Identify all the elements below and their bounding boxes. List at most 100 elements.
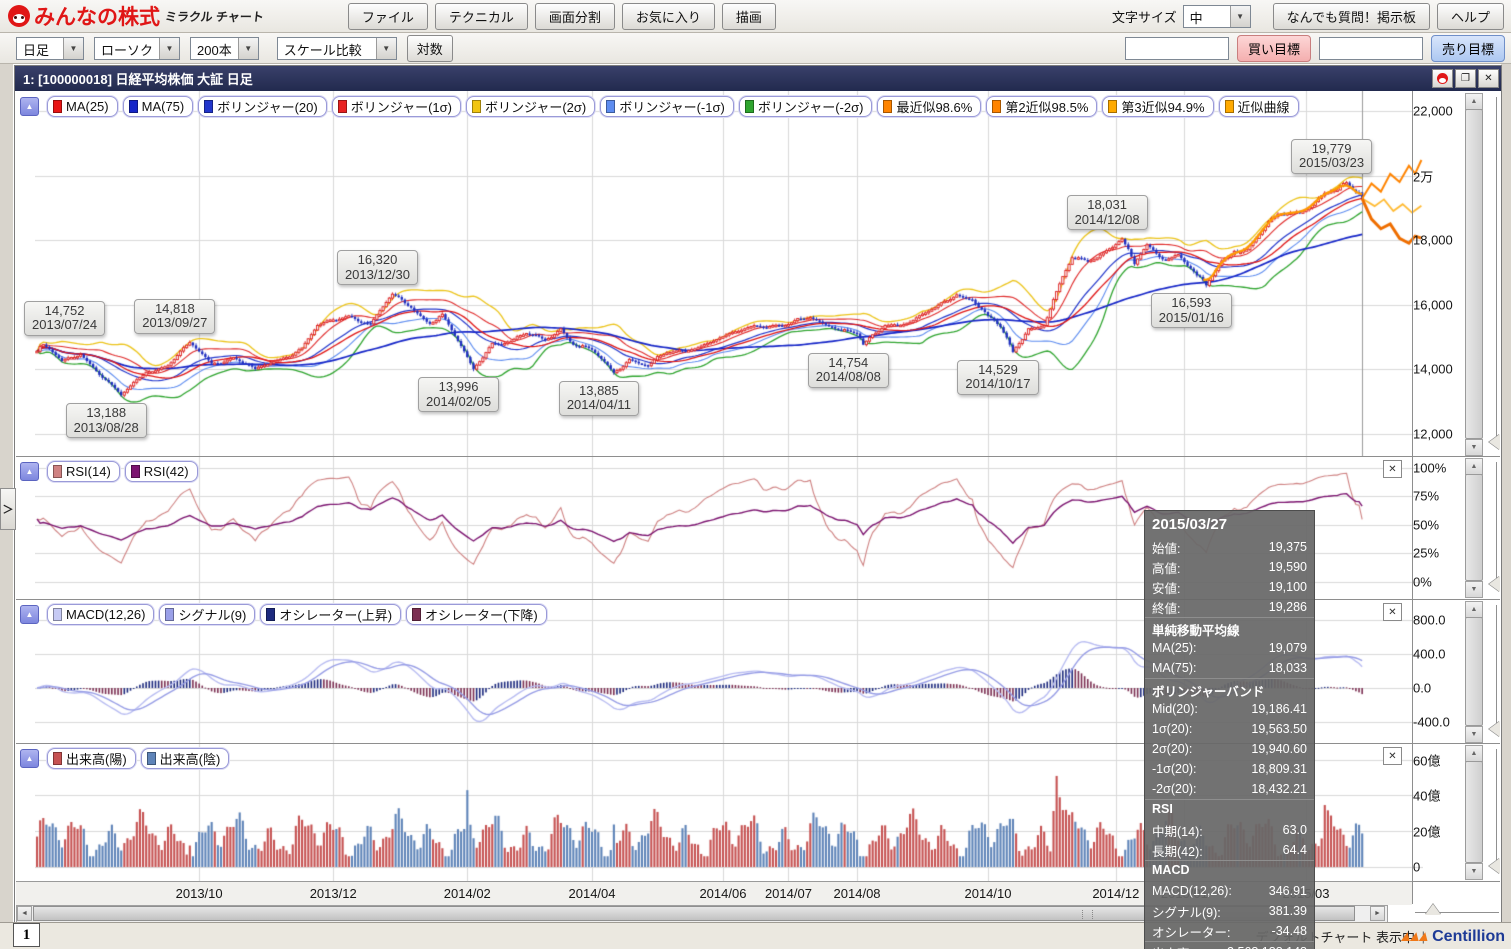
scale-compare-value: スケール比較	[278, 38, 376, 59]
price-annotation: 16,3202013/12/30	[337, 250, 418, 285]
tooltip-row: 2σ(20):19,940.60	[1145, 739, 1314, 759]
legend-chip-MACD(12,26)[interactable]: MACD(12,26)	[47, 604, 154, 625]
scroll-down-icon[interactable]: ▼	[1465, 439, 1483, 456]
legend-swatch-icon	[147, 752, 156, 765]
x-axis-label: 2013/12	[310, 886, 357, 901]
buy-target-input[interactable]	[1125, 37, 1229, 60]
legend-chip-MA(25)[interactable]: MA(25)	[47, 96, 118, 117]
legend-chip-最近似98.6%[interactable]: 最近似98.6%	[877, 96, 981, 117]
legend-chip-ボリンジャー(2σ)[interactable]: ボリンジャー(2σ)	[466, 96, 595, 117]
close-pane-icon[interactable]: ✕	[1383, 603, 1402, 621]
sell-target-input[interactable]	[1319, 37, 1423, 60]
legend-chip-出来高(陰)[interactable]: 出来高(陰)	[141, 748, 230, 769]
legend-chip-ボリンジャー(-1σ)[interactable]: ボリンジャー(-1σ)	[600, 96, 734, 117]
menu-button-4[interactable]: 描画	[722, 3, 776, 30]
legend-chip-ボリンジャー(20)[interactable]: ボリンジャー(20)	[198, 96, 326, 117]
scroll-up-icon[interactable]: ▲	[1465, 458, 1483, 475]
centillion-logo: ▲▲▲ Centillion	[1399, 928, 1505, 946]
x-axis-label: 2014/07	[765, 886, 812, 901]
scroll-up-icon[interactable]: ▲	[1465, 745, 1483, 762]
scroll-down-icon[interactable]: ▼	[1465, 581, 1483, 598]
menu-button-1[interactable]: テクニカル	[435, 3, 528, 30]
log-scale-button[interactable]: 対数	[407, 35, 453, 62]
menu-button-2[interactable]: 画面分割	[535, 3, 615, 30]
collapse-volume-pane-button[interactable]: ▲	[20, 749, 39, 768]
scroll-left-icon[interactable]: ◄	[17, 906, 32, 921]
bar-count-select[interactable]: 200本 ▼	[190, 37, 259, 60]
menu-button-3[interactable]: お気に入り	[622, 3, 715, 30]
collapse-rsi-pane-button[interactable]: ▲	[20, 462, 39, 481]
header-right-button-0[interactable]: なんでも質問！掲示板	[1273, 3, 1430, 30]
expand-panel-handle[interactable]: ＞	[0, 488, 16, 530]
legend-chip-シグナル(9)[interactable]: シグナル(9)	[159, 604, 255, 625]
legend-swatch-icon	[53, 608, 62, 621]
restore-window-icon[interactable]: ❐	[1455, 69, 1476, 88]
chevron-down-icon[interactable]: ▼	[63, 38, 83, 59]
chart-type-select[interactable]: ローソク ▼	[94, 37, 180, 60]
tooltip-row: オシレーター:-34.48	[1145, 921, 1314, 941]
scroll-right-icon[interactable]: ►	[1370, 906, 1385, 921]
font-size-select[interactable]: 中 ▼	[1183, 5, 1251, 28]
close-pane-icon[interactable]: ✕	[1383, 747, 1402, 765]
chevron-down-icon[interactable]: ▼	[238, 38, 258, 59]
tab-1[interactable]: 1	[13, 923, 40, 947]
legend-chip-第2近似98.5%[interactable]: 第2近似98.5%	[986, 96, 1097, 117]
legend-chip-第3近似94.9%[interactable]: 第3近似94.9%	[1102, 96, 1213, 117]
tooltip-row: 出来高:2,568,188,148	[1145, 941, 1314, 949]
legend-chip-MA(75)[interactable]: MA(75)	[123, 96, 194, 117]
buy-target-button[interactable]: 買い目標	[1237, 35, 1311, 62]
scroll-up-icon[interactable]: ▲	[1465, 601, 1483, 618]
legend-chip-出来高(陽)[interactable]: 出来高(陽)	[47, 748, 136, 769]
legend-swatch-icon	[992, 100, 1001, 113]
crosshair-tooltip: 2015/03/27 始値:19,375高値:19,590安値:19,100終値…	[1144, 510, 1315, 949]
period-select[interactable]: 日足 ▼	[16, 37, 84, 60]
vertical-scroll-thumb[interactable]	[1465, 474, 1483, 581]
header-right-button-1[interactable]: ヘルプ	[1437, 3, 1504, 30]
close-window-icon[interactable]: ✕	[1478, 69, 1499, 88]
vertical-scroll-thumb[interactable]	[1465, 617, 1483, 726]
close-pane-icon[interactable]: ✕	[1383, 460, 1402, 478]
scale-compare-select[interactable]: スケール比較 ▼	[277, 37, 397, 60]
menu-button-0[interactable]: ファイル	[348, 3, 428, 30]
y-zoom-slider-handle[interactable]	[1489, 576, 1500, 592]
y-zoom-slider-handle[interactable]	[1489, 434, 1500, 450]
scroll-down-icon[interactable]: ▼	[1465, 726, 1483, 743]
vertical-scroll-thumb[interactable]	[1465, 761, 1483, 863]
centillion-logo-icon: ▲▲▲	[1396, 928, 1427, 945]
pane-divider[interactable]	[16, 456, 1500, 457]
y-zoom-slider[interactable]	[1496, 749, 1497, 872]
price-annotation: 13,9962014/02/05	[418, 377, 499, 412]
volume-legend-row: ▲ 出来高(陽)出来高(陰)	[20, 748, 229, 769]
window-brand-icon[interactable]	[1432, 69, 1453, 88]
y-zoom-slider-handle[interactable]	[1489, 858, 1500, 874]
tooltip-row: MA(25):19,079	[1145, 638, 1314, 658]
sell-target-button[interactable]: 売り目標	[1431, 35, 1505, 62]
x-axis-label: 2014/06	[699, 886, 746, 901]
y-zoom-slider[interactable]	[1496, 605, 1497, 735]
legend-chip-オシレーター(上昇)[interactable]: オシレーター(上昇)	[260, 604, 401, 625]
legend-swatch-icon	[131, 465, 140, 478]
macd-legend-row: ▲ MACD(12,26)シグナル(9)オシレーター(上昇)オシレーター(下降)	[20, 604, 547, 625]
chart-window-titlebar[interactable]: 1: [100000018] 日経平均株価 大証 日足 ❐ ✕	[15, 66, 1501, 91]
price-annotation: 19,7792015/03/23	[1291, 139, 1372, 174]
chevron-down-icon[interactable]: ▼	[159, 38, 179, 59]
scroll-up-icon[interactable]: ▲	[1465, 93, 1483, 110]
scroll-down-icon[interactable]: ▼	[1465, 863, 1483, 880]
legend-chip-オシレーター(下降)[interactable]: オシレーター(下降)	[406, 604, 547, 625]
collapse-macd-pane-button[interactable]: ▲	[20, 605, 39, 624]
y-zoom-slider[interactable]	[1496, 462, 1497, 590]
chart-type-value: ローソク	[95, 38, 159, 59]
legend-chip-ボリンジャー(-2σ)[interactable]: ボリンジャー(-2σ)	[739, 96, 873, 117]
legend-chip-近似曲線[interactable]: 近似曲線	[1219, 96, 1299, 117]
price-chart-canvas[interactable]	[35, 91, 1423, 456]
collapse-price-pane-button[interactable]: ▲	[20, 97, 39, 116]
y-zoom-slider[interactable]	[1496, 97, 1497, 448]
legend-chip-RSI(42)[interactable]: RSI(42)	[125, 461, 198, 482]
chevron-down-icon[interactable]: ▼	[1230, 6, 1250, 27]
chevron-down-icon[interactable]: ▼	[376, 38, 396, 59]
x-zoom-slider-handle[interactable]	[1425, 904, 1441, 915]
legend-chip-ボリンジャー(1σ)[interactable]: ボリンジャー(1σ)	[332, 96, 461, 117]
y-zoom-slider-handle[interactable]	[1489, 721, 1500, 737]
vertical-scroll-thumb[interactable]	[1465, 109, 1483, 439]
legend-chip-RSI(14)[interactable]: RSI(14)	[47, 461, 120, 482]
